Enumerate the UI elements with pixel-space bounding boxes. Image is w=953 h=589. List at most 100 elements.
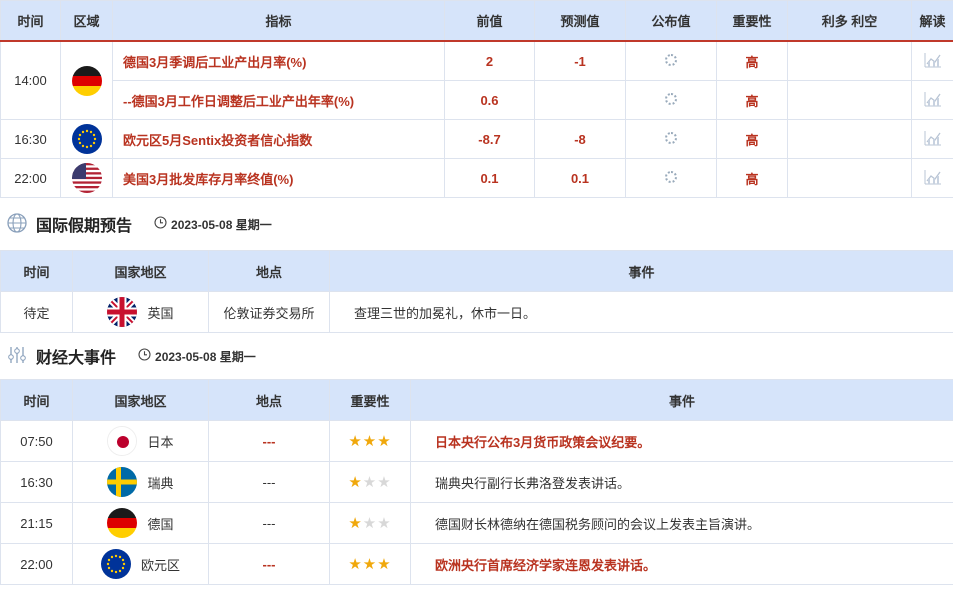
star-icon: ★ [377, 556, 392, 573]
clock-icon [138, 348, 151, 364]
importance-stars: ★★★ [329, 543, 411, 585]
loading-icon [665, 53, 677, 66]
header-forecast: 预测值 [534, 0, 626, 42]
previous-value: 0.1 [444, 158, 535, 198]
usa-flag-icon [71, 163, 102, 193]
row-time: 22:00 [0, 158, 61, 198]
row-time: 14:00 [0, 40, 61, 120]
events-title: 财经大事件 [36, 350, 117, 367]
previous-value: 2 [444, 40, 535, 81]
loading-icon [665, 131, 677, 144]
importance-value: 高 [716, 40, 788, 81]
header-indicator: 指标 [112, 0, 445, 42]
globe-icon [6, 212, 28, 237]
table-row: 待定 英国 伦敦证券交易所 查理三世的加冕礼，休市一日。 [0, 291, 953, 333]
chart-icon[interactable] [923, 168, 943, 189]
holidays-date: 2023-05-08 星期一 [171, 217, 272, 232]
loading-icon [665, 170, 677, 183]
table-row: 07:50 日本 --- ★★★ 日本央行公布3月货币政策会议纪要。 [0, 420, 953, 462]
indicator-link[interactable]: --德国3月工作日调整后工业产出年率(%) [112, 80, 445, 120]
clock-icon [154, 216, 167, 232]
economic-calendar-table: 时间 区域 指标 前值 预测值 公布值 重要性 利多 利空 解读 14:00 德… [0, 0, 953, 198]
star-icon: ★ [348, 556, 363, 573]
table-row: 16:30 欧元区5月Sentix投资者信心指数 -8.7 -8 高 [0, 119, 953, 159]
star-icon: ★ [348, 474, 363, 491]
forecast-value: 0.1 [534, 158, 626, 198]
header-time: 时间 [0, 379, 73, 421]
event-text: 查理三世的加冕礼，休市一日。 [329, 291, 953, 333]
germany-flag-icon [107, 508, 138, 538]
bull-bear-cell [787, 158, 912, 198]
location-name: --- [208, 420, 330, 462]
country-name: 英国 [147, 305, 174, 321]
star-icon: ★ [377, 515, 392, 532]
bull-bear-cell [787, 40, 912, 81]
star-icon: ★ [362, 556, 378, 573]
table-row: 22:00 美国3月批发库存月率终值(%) 0.1 0.1 高 [0, 158, 953, 198]
holidays-table: 时间 国家地区 地点 事件 待定 英国 伦敦证券交易所 查理三世的加冕礼，休市一… [0, 250, 953, 333]
table-row: --德国3月工作日调整后工业产出年率(%) 0.6 高 [1, 80, 953, 120]
chart-icon[interactable] [923, 90, 943, 111]
previous-value: -8.7 [444, 119, 535, 159]
row-time: 16:30 [0, 461, 73, 503]
forecast-value: -1 [534, 40, 626, 81]
header-country: 国家地区 [72, 379, 209, 421]
header-previous: 前值 [444, 0, 535, 42]
location-name: --- [208, 502, 330, 544]
bull-bear-cell [787, 119, 912, 159]
chart-icon[interactable] [923, 129, 943, 150]
star-icon: ★ [377, 474, 392, 491]
holidays-section-header: 国际假期预告 2023-05-08 星期一 [0, 198, 953, 250]
country-name: 瑞典 [147, 475, 174, 491]
header-time: 时间 [0, 250, 73, 292]
previous-value: 0.6 [444, 80, 535, 120]
row-time: 07:50 [0, 420, 73, 462]
bull-bear-cell [787, 80, 912, 120]
eu-flag-icon [100, 549, 131, 579]
importance-stars: ★★★ [329, 420, 411, 462]
header-country: 国家地区 [72, 250, 209, 292]
indicator-link[interactable]: 德国3月季调后工业产出月率(%) [112, 40, 445, 81]
header-event: 事件 [329, 250, 953, 292]
row-time: 21:15 [0, 502, 73, 544]
header-location: 地点 [208, 379, 330, 421]
star-icon: ★ [348, 515, 363, 532]
header-importance: 重要性 [716, 0, 788, 42]
events-table: 时间 国家地区 地点 重要性 事件 07:50 日本 --- ★★★ 日本央行公… [0, 379, 953, 585]
sliders-icon [6, 344, 28, 369]
row-time: 22:00 [0, 543, 73, 585]
header-actual: 公布值 [625, 0, 717, 42]
importance-stars: ★★★ [329, 502, 411, 544]
header-time: 时间 [0, 0, 61, 42]
country-name: 德国 [147, 516, 174, 532]
location-name: --- [208, 543, 330, 585]
header-region: 区域 [60, 0, 113, 42]
forecast-value: -8 [534, 119, 626, 159]
star-icon: ★ [377, 433, 392, 450]
indicator-link[interactable]: 欧元区5月Sentix投资者信心指数 [112, 119, 445, 159]
sweden-flag-icon [107, 467, 138, 497]
holidays-title: 国际假期预告 [36, 218, 133, 235]
row-time: 待定 [0, 291, 73, 333]
event-text: 日本央行公布3月货币政策会议纪要。 [410, 420, 953, 462]
header-bull-bear: 利多 利空 [787, 0, 912, 42]
event-text: 瑞典央行副行长弗洛登发表讲话。 [410, 461, 953, 503]
table-row: 22:00 欧元区 --- ★★★ 欧洲央行首席经济学家连恩发表讲话。 [0, 543, 953, 585]
indicator-link[interactable]: 美国3月批发库存月率终值(%) [112, 158, 445, 198]
importance-value: 高 [716, 80, 788, 120]
table-row: 16:30 瑞典 --- ★★★ 瑞典央行副行长弗洛登发表讲话。 [0, 461, 953, 503]
star-icon: ★ [348, 433, 363, 450]
star-icon: ★ [362, 433, 378, 450]
chart-icon[interactable] [923, 51, 943, 72]
location-name: 伦敦证券交易所 [208, 291, 330, 333]
importance-value: 高 [716, 158, 788, 198]
table-row: 21:15 德国 --- ★★★ 德国财长林德纳在德国税务顾问的会议上发表主旨演… [0, 502, 953, 544]
table-row: 14:00 德国3月季调后工业产出月率(%) 2 -1 高 [0, 40, 953, 120]
star-icon: ★ [362, 474, 378, 491]
header-location: 地点 [208, 250, 330, 292]
uk-flag-icon [107, 297, 138, 327]
loading-icon [665, 92, 677, 105]
location-name: --- [208, 461, 330, 503]
importance-stars: ★★★ [329, 461, 411, 503]
forecast-value [534, 80, 626, 120]
